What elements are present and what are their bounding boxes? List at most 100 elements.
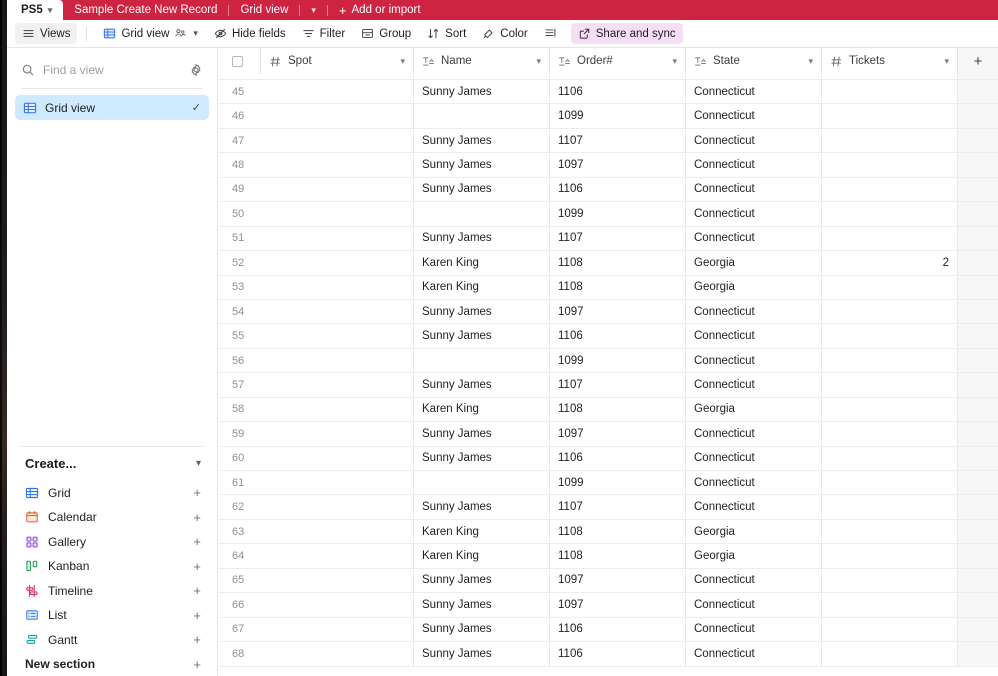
cell-name[interactable]: Sunny James bbox=[414, 128, 550, 153]
cell-order[interactable]: 1097 bbox=[550, 153, 686, 177]
cell-state[interactable]: Georgia bbox=[686, 519, 822, 544]
cell-state[interactable]: Connecticut bbox=[686, 299, 822, 324]
table-row[interactable]: 54 Sunny James 1097 Connecticut bbox=[219, 299, 998, 325]
cell-name[interactable]: Sunny James bbox=[414, 495, 550, 519]
table-row[interactable]: 60 Sunny James 1106 Connecticut bbox=[219, 446, 998, 471]
hide-fields-button[interactable]: Hide fields bbox=[207, 23, 293, 44]
cell-order[interactable]: 1097 bbox=[550, 568, 686, 593]
group-button[interactable]: Group bbox=[354, 23, 418, 44]
cell-order[interactable]: 1106 bbox=[550, 642, 686, 666]
cell-tickets[interactable] bbox=[822, 177, 958, 202]
cell-name[interactable]: Sunny James bbox=[414, 642, 550, 666]
cell-order[interactable]: 1106 bbox=[550, 80, 686, 104]
plus-icon[interactable]: + bbox=[193, 584, 201, 597]
cell-name[interactable]: Sunny James bbox=[414, 80, 550, 104]
cell-name[interactable]: Sunny James bbox=[414, 153, 550, 177]
cell-state[interactable]: Connecticut bbox=[686, 202, 822, 226]
table-row[interactable]: 47 Sunny James 1107 Connecticut bbox=[219, 128, 998, 154]
row-number-cell[interactable]: 61 bbox=[219, 471, 414, 495]
cell-state[interactable]: Connecticut bbox=[686, 446, 822, 470]
cell-tickets[interactable] bbox=[822, 80, 958, 104]
share-and-sync-button[interactable]: Share and sync bbox=[570, 23, 683, 44]
cell-order[interactable]: 1108 bbox=[550, 519, 686, 544]
chevron-down-icon[interactable]: ▾ bbox=[193, 28, 198, 39]
chevron-down-icon[interactable]: ▾ bbox=[536, 56, 541, 67]
row-number-cell[interactable]: 62 bbox=[219, 495, 414, 519]
color-button[interactable]: Color bbox=[475, 23, 534, 44]
cell-tickets[interactable] bbox=[822, 324, 958, 348]
table-tab-sample[interactable]: Sample Create New Record bbox=[63, 0, 228, 20]
cell-state[interactable]: Connecticut bbox=[686, 153, 822, 177]
cell-tickets[interactable] bbox=[822, 519, 958, 544]
cell-state[interactable]: Connecticut bbox=[686, 495, 822, 519]
row-height-button[interactable] bbox=[537, 23, 564, 44]
cell-name[interactable]: Karen King bbox=[414, 397, 550, 422]
table-row[interactable]: 59 Sunny James 1097 Connecticut bbox=[219, 422, 998, 447]
cell-state[interactable]: Georgia bbox=[686, 251, 822, 275]
column-header-spot[interactable]: Spot ▾ bbox=[261, 48, 414, 74]
plus-icon[interactable]: + bbox=[193, 560, 201, 573]
add-field-button[interactable]: + bbox=[958, 48, 998, 74]
cell-tickets[interactable] bbox=[822, 397, 958, 422]
cell-name[interactable]: Sunny James bbox=[414, 226, 550, 251]
row-number-cell[interactable]: 47 bbox=[219, 128, 414, 153]
cell-name[interactable]: Sunny James bbox=[414, 446, 550, 470]
cell-order[interactable]: 1097 bbox=[550, 593, 686, 617]
cell-name[interactable] bbox=[414, 202, 550, 226]
table-row[interactable]: 61 1099 Connecticut bbox=[219, 471, 998, 496]
select-all-checkbox[interactable] bbox=[232, 55, 243, 67]
cell-order[interactable]: 1107 bbox=[550, 128, 686, 153]
table-row[interactable]: 58 Karen King 1108 Georgia bbox=[219, 397, 998, 423]
base-name-tab[interactable]: PS5 ▾ bbox=[7, 0, 64, 20]
cell-order[interactable]: 1108 bbox=[550, 275, 686, 299]
add-or-import-button[interactable]: + Add or import bbox=[328, 0, 432, 20]
create-item-calendar[interactable]: Calendar + bbox=[7, 505, 217, 530]
table-row[interactable]: 51 Sunny James 1107 Connecticut bbox=[219, 226, 998, 252]
row-number-cell[interactable]: 64 bbox=[219, 544, 414, 568]
column-header-tickets[interactable]: Tickets ▾ bbox=[822, 48, 958, 74]
cell-name[interactable] bbox=[414, 471, 550, 495]
view-tab-gridview[interactable]: Grid view bbox=[229, 0, 299, 20]
row-number-cell[interactable]: 58 bbox=[219, 397, 414, 422]
cell-tickets[interactable] bbox=[822, 275, 958, 299]
cell-state[interactable]: Georgia bbox=[686, 275, 822, 299]
cell-order[interactable]: 1106 bbox=[550, 446, 686, 470]
cell-order[interactable]: 1108 bbox=[550, 397, 686, 422]
cell-tickets[interactable] bbox=[822, 373, 958, 397]
cell-tickets[interactable] bbox=[822, 446, 958, 470]
find-view-input[interactable] bbox=[43, 63, 181, 77]
row-number-cell[interactable]: 50 bbox=[219, 202, 414, 226]
plus-icon[interactable]: + bbox=[193, 486, 201, 499]
table-row[interactable]: 52 Karen King 1108 Georgia 2 bbox=[219, 251, 998, 276]
cell-name[interactable]: Sunny James bbox=[414, 177, 550, 202]
cell-order[interactable]: 1108 bbox=[550, 544, 686, 568]
table-row[interactable]: 66 Sunny James 1097 Connecticut bbox=[219, 593, 998, 618]
cell-tickets[interactable] bbox=[822, 617, 958, 642]
cell-tickets[interactable] bbox=[822, 104, 958, 128]
create-item-gantt[interactable]: Gantt + bbox=[7, 628, 217, 653]
plus-icon[interactable]: + bbox=[193, 609, 201, 622]
cell-name[interactable]: Sunny James bbox=[414, 422, 550, 446]
current-view-button[interactable]: Grid view ▾ bbox=[96, 23, 204, 44]
row-number-cell[interactable]: 59 bbox=[219, 422, 414, 446]
cell-name[interactable]: Sunny James bbox=[414, 299, 550, 324]
table-row[interactable]: 67 Sunny James 1106 Connecticut bbox=[219, 617, 998, 643]
table-row[interactable]: 49 Sunny James 1106 Connecticut bbox=[219, 177, 998, 203]
cell-order[interactable]: 1106 bbox=[550, 177, 686, 202]
cell-order[interactable]: 1099 bbox=[550, 202, 686, 226]
cell-name[interactable]: Sunny James bbox=[414, 568, 550, 593]
row-number-cell[interactable]: 45 bbox=[219, 80, 414, 104]
cell-name[interactable] bbox=[414, 104, 550, 128]
cell-order[interactable]: 1097 bbox=[550, 299, 686, 324]
plus-icon[interactable]: + bbox=[193, 511, 201, 524]
app-rail[interactable] bbox=[0, 0, 7, 676]
cell-name[interactable]: Sunny James bbox=[414, 617, 550, 642]
table-row[interactable]: 65 Sunny James 1097 Connecticut bbox=[219, 568, 998, 594]
cell-state[interactable]: Connecticut bbox=[686, 80, 822, 104]
cell-order[interactable]: 1106 bbox=[550, 324, 686, 348]
row-number-cell[interactable]: 51 bbox=[219, 226, 414, 251]
cell-state[interactable]: Connecticut bbox=[686, 348, 822, 373]
create-item-grid[interactable]: Grid + bbox=[7, 481, 217, 506]
cell-tickets[interactable] bbox=[822, 568, 958, 593]
gear-icon[interactable] bbox=[189, 63, 203, 77]
